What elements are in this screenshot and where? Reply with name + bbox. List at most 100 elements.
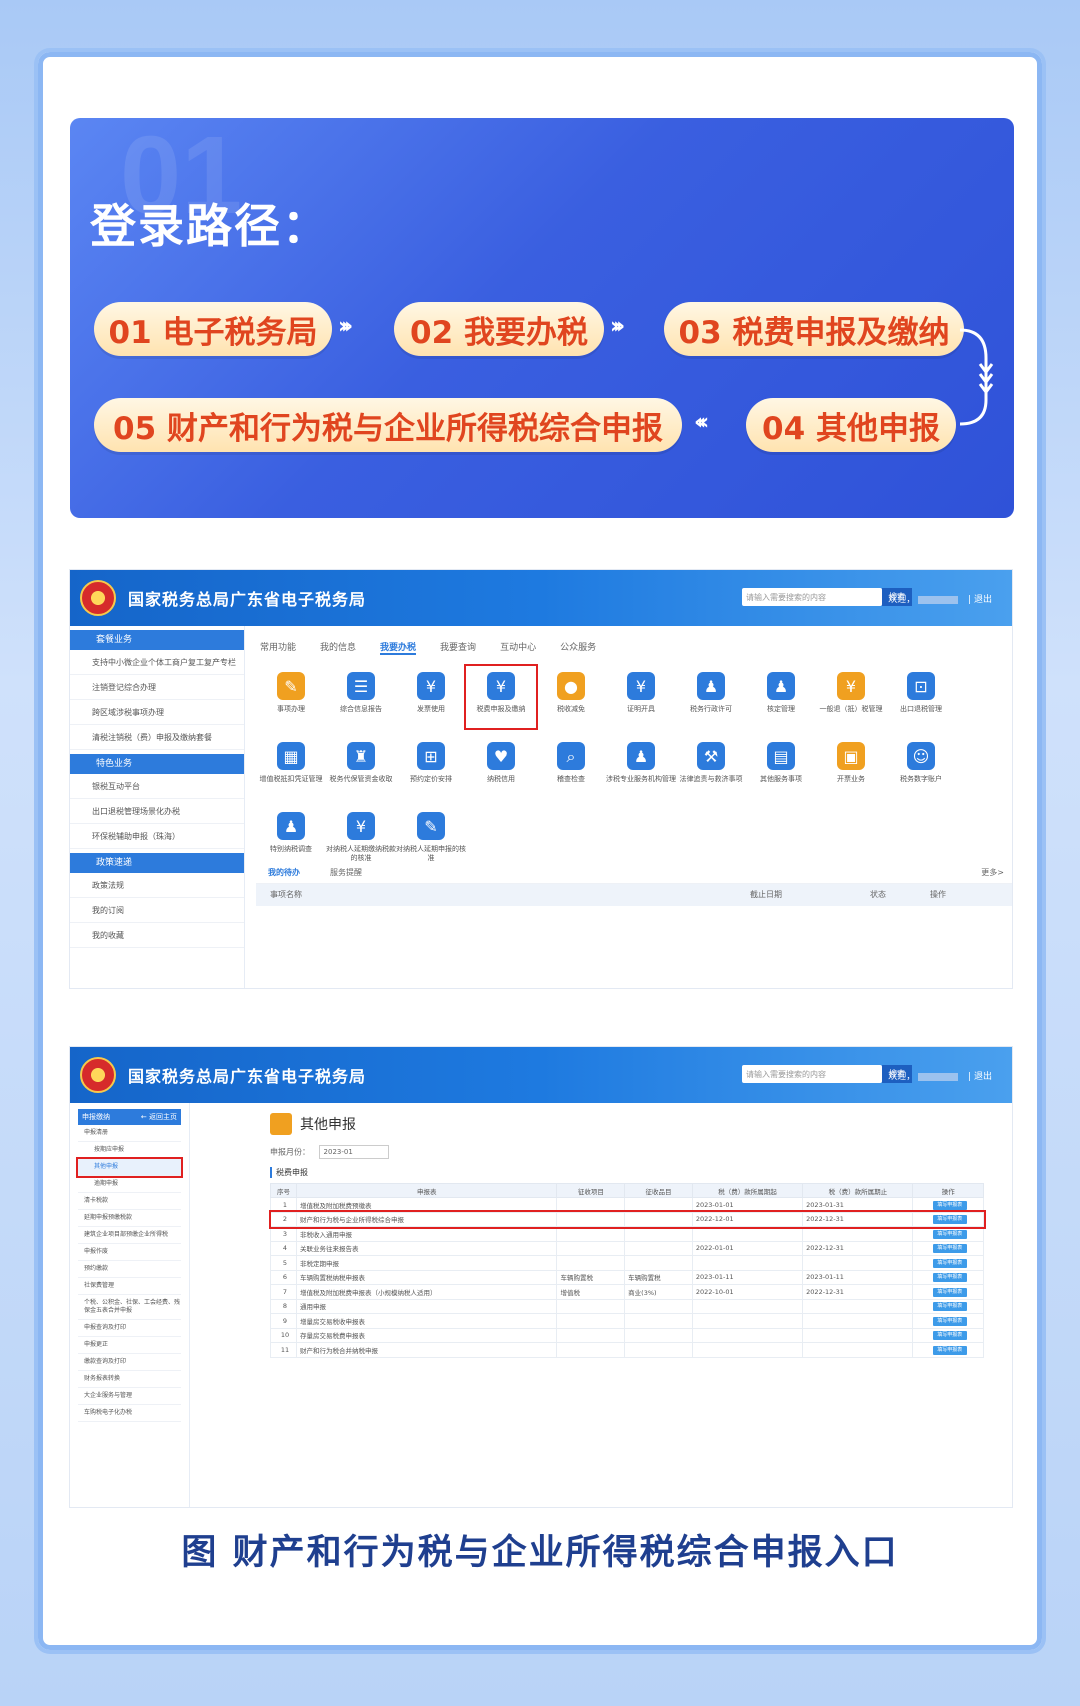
table-cell bbox=[556, 1313, 626, 1329]
sidebar-item[interactable]: 申报清册 bbox=[78, 1125, 181, 1142]
sidebar-item[interactable]: 个税、公积金、社保、工会经费、残保金五表合并申报 bbox=[78, 1295, 181, 1320]
grid-item-11[interactable]: ▦ 增值税抵扣凭证管理 bbox=[256, 736, 326, 798]
grid-item-17[interactable]: ⚒ 法律追责与救济事项 bbox=[676, 736, 746, 798]
grid-item-1[interactable]: ✎ 事项办理 bbox=[256, 666, 326, 728]
fill-report-button[interactable]: 填写申报表 bbox=[932, 1229, 967, 1239]
sidebar-item[interactable]: 逾期申报 bbox=[78, 1176, 181, 1193]
sidebar-item[interactable]: 注销登记综合办理 bbox=[70, 675, 244, 700]
back-home-link[interactable]: ← 返回主页 bbox=[141, 1109, 177, 1125]
grid-item-10[interactable]: ⊡ 出口退税管理 bbox=[886, 666, 956, 728]
fill-report-button[interactable]: 填写申报表 bbox=[932, 1302, 967, 1312]
fill-report-button[interactable]: 填写申报表 bbox=[932, 1331, 967, 1341]
grid-item-8[interactable]: ♟ 核定管理 bbox=[746, 666, 816, 728]
tab-interaction[interactable]: 互动中心 bbox=[500, 640, 536, 655]
table-cell bbox=[624, 1211, 693, 1227]
sidebar-section[interactable]: 政策速递 bbox=[70, 853, 244, 873]
sidebar-item[interactable]: 清卡税款 bbox=[78, 1193, 181, 1210]
table-cell: 2023-01-31 bbox=[802, 1197, 914, 1213]
search-input[interactable]: 请输入需要搜索的内容 bbox=[742, 1065, 882, 1083]
grid-item-18[interactable]: ▤ 其他服务事项 bbox=[746, 736, 816, 798]
grid-item-2[interactable]: ☰ 综合信息报告 bbox=[326, 666, 396, 728]
logout-link[interactable]: | 退出 bbox=[968, 1072, 992, 1082]
sidebar-item[interactable]: 银税互动平台 bbox=[70, 774, 244, 799]
sidebar-item[interactable]: 环保税辅助申报（珠海） bbox=[70, 824, 244, 849]
sidebar-item[interactable]: 延期申报预缴税款 bbox=[78, 1210, 181, 1227]
sidebar-item[interactable]: 预约缴款 bbox=[78, 1261, 181, 1278]
grid-item-12[interactable]: ♜ 税务代保管资金收取 bbox=[326, 736, 396, 798]
grid-item-15[interactable]: ⌕ 稽查检查 bbox=[536, 736, 606, 798]
sidebar-item[interactable]: 出口退税管理场景化办税 bbox=[70, 799, 244, 824]
sidebar-item[interactable]: 支持中小微企业个体工商户复工复产专栏 bbox=[70, 650, 244, 675]
month-input[interactable]: 2023-01 bbox=[318, 1145, 389, 1159]
table-cell: 9 bbox=[270, 1313, 297, 1329]
grid-item-20[interactable]: ☺ 税务数字账户 bbox=[886, 736, 956, 798]
grid-item-22[interactable]: ¥ 对纳税人延期缴纳税款的核准 bbox=[326, 806, 396, 868]
more-link[interactable]: 更多> bbox=[981, 862, 1004, 883]
sidebar-item[interactable]: 政策法规 bbox=[70, 873, 244, 898]
tab-query[interactable]: 我要查询 bbox=[440, 640, 476, 655]
fill-report-button[interactable]: 填写申报表 bbox=[932, 1215, 967, 1225]
table-cell: 7 bbox=[270, 1284, 297, 1300]
sidebar-item[interactable]: 申报查询及打印 bbox=[78, 1320, 181, 1337]
sidebar-section[interactable]: 特色业务 bbox=[70, 754, 244, 774]
sidebar-item[interactable]: 我的订阅 bbox=[70, 898, 244, 923]
banner-title: 登录路径： bbox=[90, 199, 330, 253]
sidebar-header: 申报缴纳 bbox=[82, 1113, 110, 1121]
step-3-pill: 03 税费申报及缴纳 bbox=[664, 302, 964, 356]
connector-down-icon bbox=[959, 328, 994, 426]
sidebar-item[interactable]: 车购税电子化办税 bbox=[78, 1405, 181, 1422]
grid-item-19[interactable]: ▣ 开票业务 bbox=[816, 736, 886, 798]
grid-item-23[interactable]: ✎ 对纳税人延期申报的核准 bbox=[396, 806, 466, 868]
grid-item-6[interactable]: ¥ 证明开具 bbox=[606, 666, 676, 728]
fill-report-button[interactable]: 填写申报表 bbox=[932, 1316, 967, 1326]
sidebar-item[interactable]: 其他申报 bbox=[76, 1157, 183, 1178]
grid-item-9[interactable]: ¥ 一般退（抵）税管理 bbox=[816, 666, 886, 728]
tab-public-service[interactable]: 公众服务 bbox=[560, 640, 596, 655]
sidebar-item[interactable]: 申报作废 bbox=[78, 1244, 181, 1261]
sidebar-item[interactable]: 社保费管理 bbox=[78, 1278, 181, 1295]
search-input[interactable]: 请输入需要搜索的内容 bbox=[742, 588, 882, 606]
function-grid: ✎ 事项办理 ☰ 综合信息报告 ¥ 发票使用 ¥ 税费申报及缴纳 ● 税收减免 ¥ 证明开具 ♟ 税务行政… bbox=[256, 664, 956, 868]
table-cell bbox=[624, 1298, 693, 1314]
fill-report-button[interactable]: 填写申报表 bbox=[932, 1258, 967, 1268]
fill-report-button[interactable]: 填写申报表 bbox=[932, 1345, 967, 1355]
grid-item-7[interactable]: ♟ 税务行政许可 bbox=[676, 666, 746, 728]
sidebar-item[interactable]: 申报更正 bbox=[78, 1337, 181, 1354]
sidebar-item[interactable]: 大企业服务与管理 bbox=[78, 1388, 181, 1405]
table-cell bbox=[691, 1327, 804, 1343]
table-cell: 车辆购置税纳税申报表 bbox=[295, 1269, 558, 1285]
tab-service-reminder[interactable]: 服务提醒 bbox=[330, 862, 362, 883]
hammer-icon: ⚒ bbox=[697, 742, 725, 770]
user-gear-icon: ♟ bbox=[767, 672, 795, 700]
tab-my-info[interactable]: 我的信息 bbox=[320, 640, 356, 655]
fill-report-button[interactable]: 填写申报表 bbox=[932, 1273, 967, 1283]
table-cell bbox=[556, 1298, 626, 1314]
agency-icon: ♟ bbox=[627, 742, 655, 770]
sidebar-item[interactable]: 财务报表转换 bbox=[78, 1371, 181, 1388]
grid-item-21[interactable]: ♟ 特别纳税调查 bbox=[256, 806, 326, 868]
sidebar-item[interactable]: 缴款查询及打印 bbox=[78, 1354, 181, 1371]
grid-item-5[interactable]: ● 税收减免 bbox=[536, 666, 606, 728]
grid-item-16[interactable]: ♟ 涉税专业服务机构管理 bbox=[606, 736, 676, 798]
tab-my-todo[interactable]: 我的待办 bbox=[268, 862, 300, 883]
grid-item-13[interactable]: ⊞ 预约定价安排 bbox=[396, 736, 466, 798]
sidebar-section[interactable]: 套餐业务 bbox=[70, 630, 244, 650]
table-cell: 存量房交易税费申报表 bbox=[295, 1327, 558, 1343]
fill-report-button[interactable]: 填写申报表 bbox=[932, 1287, 967, 1297]
sidebar-item[interactable]: 清税注销税（费）申报及缴纳套餐 bbox=[70, 725, 244, 750]
fill-report-button[interactable]: 填写申报表 bbox=[932, 1244, 967, 1254]
tab-handle-tax[interactable]: 我要办税 bbox=[380, 640, 417, 655]
grid-item-4[interactable]: ¥ 税费申报及缴纳 bbox=[464, 664, 538, 730]
table-cell bbox=[802, 1342, 914, 1358]
sidebar-item[interactable]: 建筑企业项目部预缴企业所得税 bbox=[78, 1227, 181, 1244]
logout-link[interactable]: | 退出 bbox=[968, 595, 992, 605]
sidebar-item[interactable]: 跨区域涉税事项办理 bbox=[70, 700, 244, 725]
sidebar-item[interactable]: 我的收藏 bbox=[70, 923, 244, 948]
tab-common[interactable]: 常用功能 bbox=[260, 640, 296, 655]
table-cell: 2 bbox=[270, 1211, 297, 1227]
grid-item-3[interactable]: ¥ 发票使用 bbox=[396, 666, 466, 728]
sidebar-item[interactable]: 按期应申报 bbox=[78, 1142, 181, 1159]
table-cell bbox=[691, 1313, 804, 1329]
grid-item-14[interactable]: ♥ 纳税信用 bbox=[466, 736, 536, 798]
fill-report-button[interactable]: 填写申报表 bbox=[932, 1200, 967, 1210]
